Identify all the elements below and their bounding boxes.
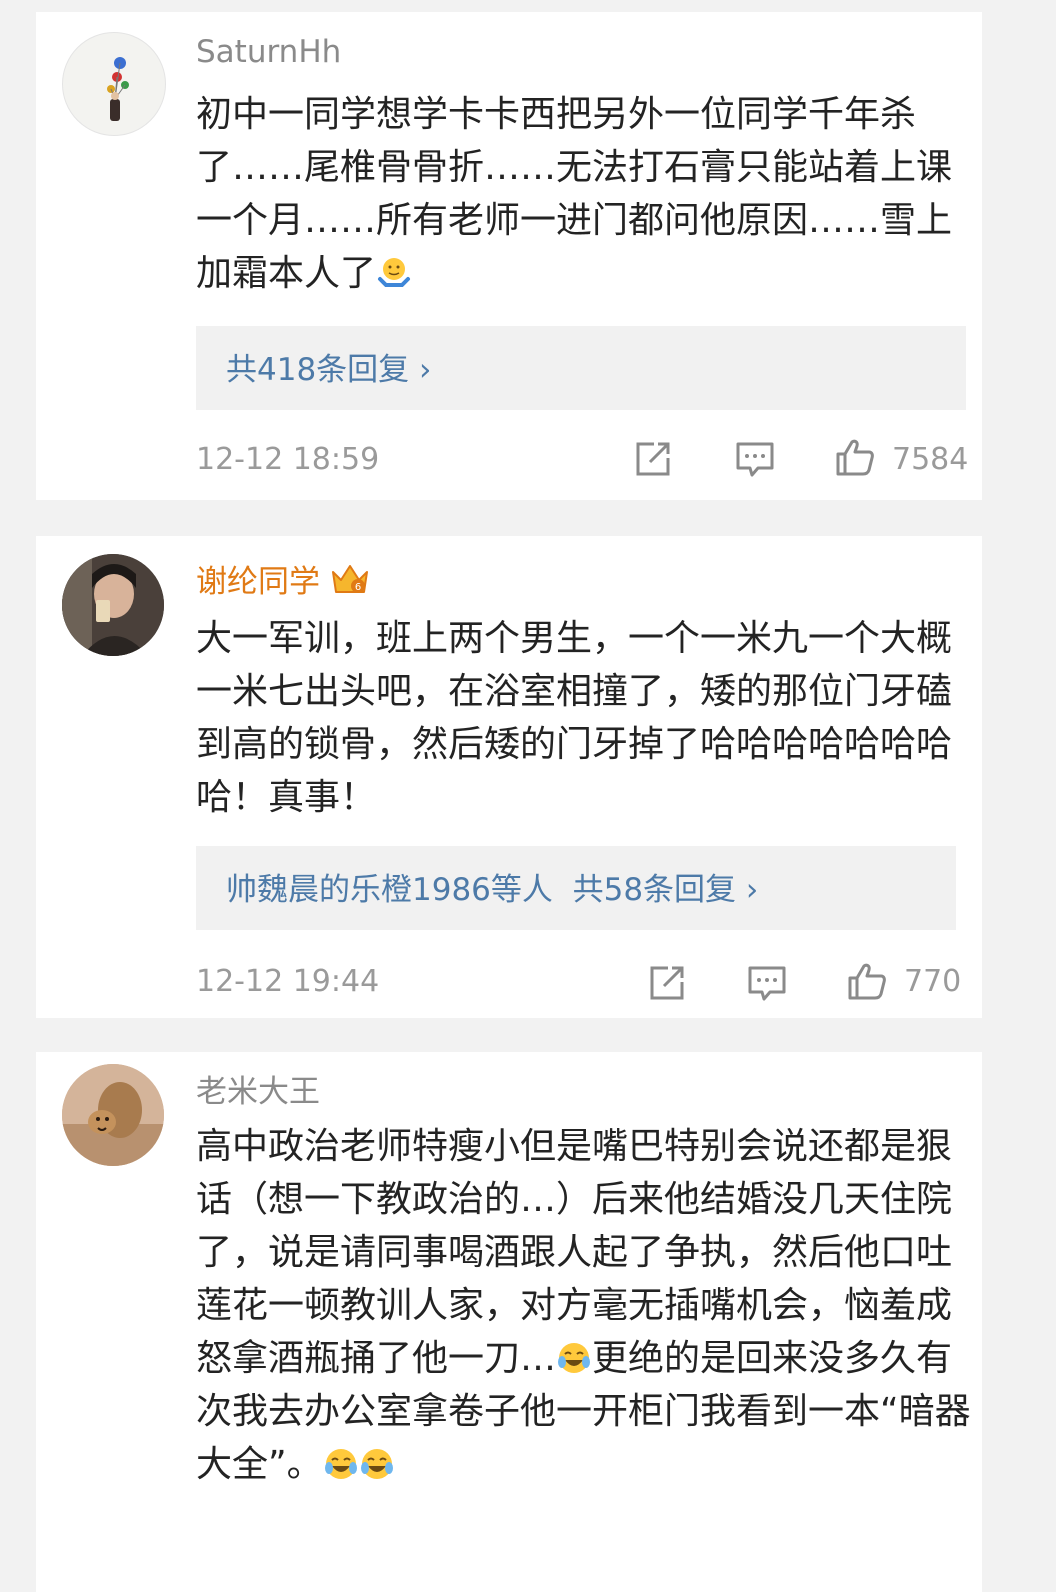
username[interactable]: 老米大王 xyxy=(196,1066,320,1111)
timestamp: 12-12 19:44 xyxy=(196,964,380,999)
like-count: 7584 xyxy=(892,442,969,477)
crown-badge-icon: 6 xyxy=(331,565,368,593)
like-thumb-icon[interactable] xyxy=(834,436,876,478)
laugh-cry-emoji-icon xyxy=(324,1449,357,1479)
chevron-right-icon: › xyxy=(745,872,759,908)
comment-card: SaturnHh 初中一同学想学卡卡西把另外一位同学千年杀了……尾椎骨骨折……无… xyxy=(36,12,982,500)
laugh-cry-emoji-icon xyxy=(558,1343,591,1373)
comment-card: 谢纶同学 6 大一军训，班上两个男生，一个一米九一个大概一米七出头吧，在浴室相撞… xyxy=(36,536,982,1018)
reply-summary-box[interactable]: 共418条回复 › xyxy=(196,326,966,410)
share-icon[interactable] xyxy=(646,962,688,1004)
comment-text-body: 初中一同学想学卡卡西把另外一位同学千年杀了……尾椎骨骨折……无法打石膏只能站着上… xyxy=(196,94,953,294)
share-icon[interactable] xyxy=(632,438,674,480)
laugh-cry-emoji-icon xyxy=(360,1449,393,1479)
avatar-balloons-image xyxy=(107,57,129,121)
avatar[interactable] xyxy=(62,1064,164,1166)
comment-icon[interactable] xyxy=(734,438,776,480)
avatar[interactable] xyxy=(62,554,164,656)
timestamp: 12-12 18:59 xyxy=(196,442,380,477)
comment-text: 初中一同学想学卡卡西把另外一位同学千年杀了……尾椎骨骨折……无法打石膏只能站着上… xyxy=(196,88,976,300)
username[interactable]: SaturnHh xyxy=(196,34,341,70)
comment-text: 大一军训，班上两个男生，一个一米九一个大概一米七出头吧，在浴室相撞了，矮的那位门… xyxy=(196,618,953,818)
reply-summary-link[interactable]: 帅魏晨的乐橙1986等人 共58条回复 › xyxy=(226,864,758,909)
username[interactable]: 谢纶同学 6 xyxy=(196,556,370,601)
chevron-right-icon: › xyxy=(419,352,432,388)
avatar-selfie-image xyxy=(62,554,164,656)
like-count: 770 xyxy=(904,964,962,999)
comment-card: 老米大王 高中政治老师特瘦小但是嘴巴特别会说还都是狠话（想一下教政治的…）后来他… xyxy=(36,1052,982,1592)
shrug-emoji-icon xyxy=(378,258,411,287)
reply-summary-box[interactable]: 帅魏晨的乐橙1986等人 共58条回复 › xyxy=(196,846,956,930)
comment-icon[interactable] xyxy=(746,962,788,1004)
avatar-lion-image xyxy=(62,1064,164,1166)
svg-text:6: 6 xyxy=(355,582,361,593)
avatar[interactable] xyxy=(62,32,166,136)
comment-text: 高中政治老师特瘦小但是嘴巴特别会说还都是狠话（想一下教政治的…）后来他结婚没几天… xyxy=(196,1120,976,1491)
reply-summary-link[interactable]: 共418条回复 › xyxy=(226,344,431,389)
like-thumb-icon[interactable] xyxy=(846,960,888,1002)
